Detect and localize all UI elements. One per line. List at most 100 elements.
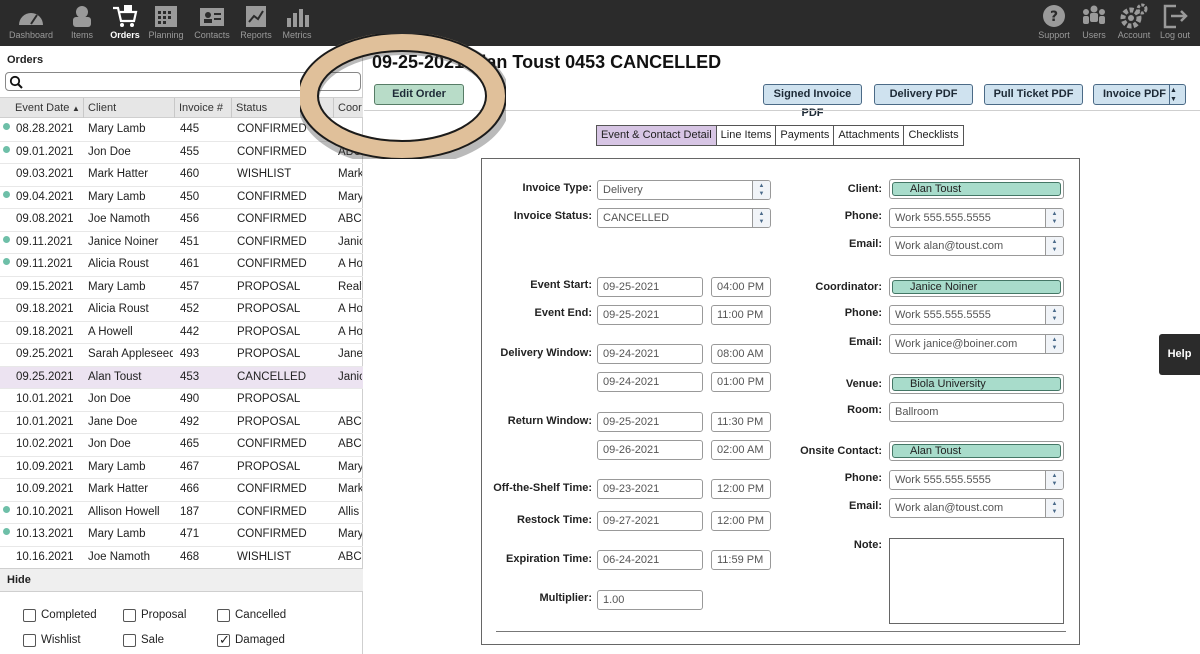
return-end-time[interactable]: 02:00 AM <box>711 440 771 460</box>
tab-attachments[interactable]: Attachments <box>834 126 905 145</box>
delivery-window-label: Delivery Window: <box>500 347 592 359</box>
table-row[interactable]: 10.10.2021 Allison Howell 187 CONFIRMED Alli… <box>0 502 363 524</box>
nav-dashboard[interactable]: Dashboard <box>3 0 59 46</box>
room-input[interactable]: Ballroom <box>889 402 1064 422</box>
event-start-date[interactable]: 09-25-2021 <box>597 277 703 297</box>
edit-order-button[interactable]: Edit Order <box>374 84 464 105</box>
nav-logout[interactable]: Log out <box>1147 0 1200 46</box>
cell-invoice: 445 <box>180 123 200 135</box>
orders-panel: Orders Event Date ▲ Client Invoice # Sta… <box>0 46 363 654</box>
note-textarea[interactable] <box>889 538 1064 624</box>
orders-list: 08.28.2021 Mary Lamb 445 CONFIRMED 09.01.202… <box>0 119 363 569</box>
onsite-phone-select[interactable]: Work 555.555.5555 ▲ ▼ <box>889 470 1064 490</box>
checkbox-box[interactable] <box>217 632 230 648</box>
return-start-time[interactable]: 11:30 PM <box>711 412 771 432</box>
client-chip[interactable]: Alan Toust <box>889 179 1064 199</box>
delivery-end-time[interactable]: 01:00 PM <box>711 372 771 392</box>
help-button[interactable]: Help <box>1159 334 1200 375</box>
cell-invoice: 456 <box>180 213 200 225</box>
table-row[interactable]: 09.11.2021 Janice Noiner 451 CONFIRMED Janic <box>0 232 363 254</box>
table-row[interactable]: 08.28.2021 Mary Lamb 445 CONFIRMED <box>0 119 363 142</box>
delivery-start-time[interactable]: 08:00 AM <box>711 344 771 364</box>
multiplier-input[interactable]: 1.00 <box>597 590 703 610</box>
col-status[interactable]: Status <box>236 102 267 114</box>
tab-event-contact-detail[interactable]: Event & Contact Detail <box>597 126 717 145</box>
cell-client: Alicia Roust <box>88 303 149 315</box>
sort-indicator[interactable]: ▲ <box>72 104 80 113</box>
tab-line-items[interactable]: Line Items <box>716 126 777 145</box>
table-row[interactable]: 10.02.2021 Jon Doe 465 CONFIRMED ABC <box>0 434 363 457</box>
table-row[interactable]: 09.08.2021 Joe Namoth 456 CONFIRMED ABC <box>0 209 363 232</box>
tab-payments[interactable]: Payments <box>776 126 835 145</box>
cell-status: PROPOSAL <box>237 415 301 428</box>
checkbox-box[interactable] <box>123 634 136 647</box>
signed-invoice-pdf-button[interactable]: Signed Invoice PDF <box>763 84 862 119</box>
table-row[interactable]: 10.01.2021 Jane Doe 492 PROPOSAL ABC <box>0 412 363 434</box>
restock-time[interactable]: 12:00 PM <box>711 511 771 531</box>
onsite-contact-chip[interactable]: Alan Toust <box>889 441 1064 461</box>
coordinator-chip[interactable]: Janice Noiner <box>889 277 1064 297</box>
col-coordinator[interactable]: Coord <box>338 102 362 114</box>
coord-email-select[interactable]: Work janice@boiner.com ▲ ▼ <box>889 334 1064 354</box>
col-client[interactable]: Client <box>88 102 116 114</box>
table-row[interactable]: 09.11.2021 Alicia Roust 461 CONFIRMED A Ho <box>0 254 363 277</box>
table-row[interactable]: 09.18.2021 A Howell 442 PROPOSAL A Ho <box>0 322 363 344</box>
table-row[interactable]: 10.09.2021 Mark Hatter 466 CONFIRMED Mark <box>0 479 363 502</box>
cell-status: CONFIRMED <box>237 145 307 158</box>
event-end-date[interactable]: 09-25-2021 <box>597 305 703 325</box>
invoice-type-value: Delivery <box>603 184 643 196</box>
cell-coordinator: ABC <box>338 550 362 563</box>
room-label: Room: <box>847 404 882 416</box>
cell-coordinator: Mary <box>338 190 362 203</box>
cell-client: Mary Lamb <box>88 460 146 473</box>
col-invoice[interactable]: Invoice # <box>179 102 223 114</box>
event-start-time[interactable]: 04:00 PM <box>711 277 771 297</box>
onsite-email-select[interactable]: Work alan@toust.com ▲ ▼ <box>889 498 1064 518</box>
checkbox-box[interactable] <box>217 609 230 622</box>
client-email-select[interactable]: Work alan@toust.com ▲ ▼ <box>889 236 1064 256</box>
table-row[interactable]: 09.01.2021 Jon Doe 455 CONFIRMED ABC <box>0 142 363 164</box>
checkbox-box[interactable] <box>23 609 36 622</box>
table-row[interactable]: 10.01.2021 Jon Doe 490 PROPOSAL <box>0 389 363 412</box>
invoice-status-value: CANCELLED <box>603 212 670 224</box>
table-row[interactable]: 09.15.2021 Mary Lamb 457 PROPOSAL Realt <box>0 277 363 299</box>
delivery-start-date[interactable]: 09-24-2021 <box>597 344 703 364</box>
client-value: Alan Toust <box>892 182 1061 196</box>
table-row[interactable]: 09.18.2021 Alicia Roust 452 PROPOSAL A Ho <box>0 299 363 322</box>
checkbox-box[interactable] <box>23 634 36 647</box>
invoice-type-select[interactable]: Delivery ▲ ▼ <box>597 180 771 200</box>
invoice-pdf-button[interactable]: Invoice PDF ▲ ▼ <box>1093 84 1186 105</box>
tab-checklists[interactable]: Checklists <box>904 126 963 145</box>
cell-event-date: 10.09.2021 <box>16 460 74 473</box>
spinner-arrows-icon[interactable]: ▲ ▼ <box>1169 85 1185 104</box>
table-row[interactable]: 10.13.2021 Mary Lamb 471 CONFIRMED Mary <box>0 524 363 547</box>
expiration-time[interactable]: 11:59 PM <box>711 550 771 570</box>
invoice-status-select[interactable]: CANCELLED ▲ ▼ <box>597 208 771 228</box>
pull-ticket-pdf-button[interactable]: Pull Ticket PDF <box>984 84 1083 105</box>
table-row[interactable]: 09.25.2021 Sarah Appleseed 493 PROPOSAL Jane <box>0 344 363 367</box>
client-phone-select[interactable]: Work 555.555.5555 ▲ ▼ <box>889 208 1064 228</box>
event-end-time[interactable]: 11:00 PM <box>711 305 771 325</box>
off-shelf-time[interactable]: 12:00 PM <box>711 479 771 499</box>
restock-date[interactable]: 09-27-2021 <box>597 511 703 531</box>
nav-metrics[interactable]: Metrics <box>269 0 325 46</box>
cell-client: Joe Namoth <box>88 550 151 563</box>
venue-chip[interactable]: Biola University <box>889 374 1064 394</box>
col-event-date[interactable]: Event Date <box>15 102 69 114</box>
checkbox-label: Completed <box>41 609 97 621</box>
table-row[interactable]: 09.25.2021 Alan Toust 453 CANCELLED Janic <box>0 366 363 389</box>
expiration-date[interactable]: 06-24-2021 <box>597 550 703 570</box>
delivery-end-date[interactable]: 09-24-2021 <box>597 372 703 392</box>
table-row[interactable]: 09.03.2021 Mark Hatter 460 WISHLIST Mark <box>0 164 363 187</box>
table-row[interactable]: 10.09.2021 Mary Lamb 467 PROPOSAL Mary <box>0 457 363 479</box>
delivery-pdf-button[interactable]: Delivery PDF <box>874 84 973 105</box>
checkbox-box[interactable] <box>123 609 136 622</box>
coord-phone-select[interactable]: Work 555.555.5555 ▲ ▼ <box>889 305 1064 325</box>
search-input[interactable] <box>5 72 361 91</box>
cell-coordinator: Jane <box>338 348 362 360</box>
return-start-date[interactable]: 09-25-2021 <box>597 412 703 432</box>
table-row[interactable]: 10.16.2021 Joe Namoth 468 WISHLIST ABC <box>0 547 363 569</box>
off-shelf-date[interactable]: 09-23-2021 <box>597 479 703 499</box>
return-end-date[interactable]: 09-26-2021 <box>597 440 703 460</box>
table-row[interactable]: 09.04.2021 Mary Lamb 450 CONFIRMED Mary <box>0 187 363 209</box>
